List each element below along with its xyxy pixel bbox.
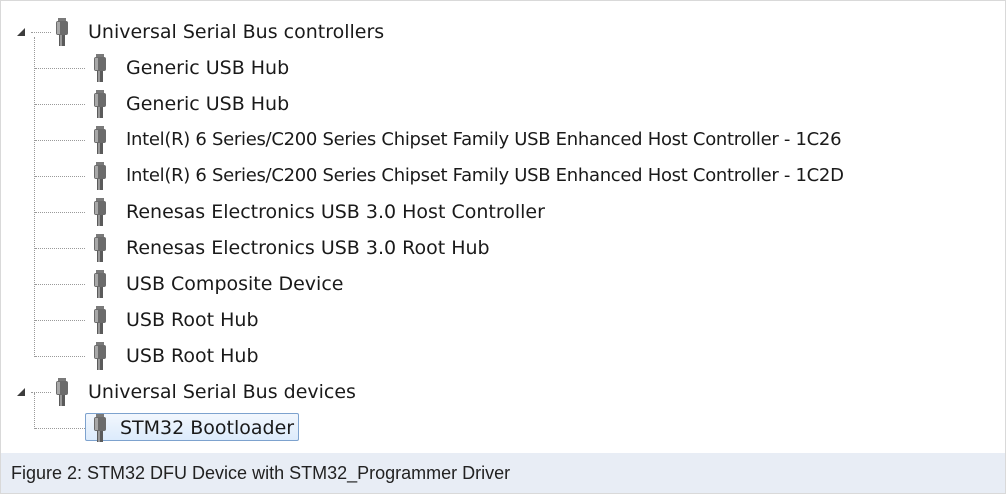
tree-item-label: STM32 Bootloader [85, 413, 300, 441]
figure-caption: Figure 2: STM32 DFU Device with STM32_Pr… [1, 453, 1005, 493]
tree-item-device[interactable]: Renesas Electronics USB 3.0 Host Control… [1, 193, 1001, 229]
tree-item-device[interactable]: Generic USB Hub [1, 85, 1001, 121]
tree-item-label: Intel(R) 6 Series/C200 Series Chipset Fa… [126, 129, 842, 150]
usb-plug-icon [94, 54, 106, 82]
usb-plug-icon [94, 198, 106, 226]
tree-item-device[interactable]: USB Root Hub [1, 301, 1001, 337]
tree-group-label: Universal Serial Bus controllers [88, 21, 385, 43]
usb-plug-icon [56, 378, 68, 406]
usb-plug-icon [94, 162, 106, 190]
tree-item-device[interactable]: Renesas Electronics USB 3.0 Root Hub [1, 229, 1001, 265]
tree-item-device[interactable]: Intel(R) 6 Series/C200 Series Chipset Fa… [1, 157, 1001, 193]
tree-item-label: Generic USB Hub [126, 93, 290, 115]
tree-item-device[interactable]: USB Root Hub [1, 337, 1001, 373]
tree-item-device[interactable]: Generic USB Hub [1, 49, 1001, 85]
tree-group-label: Universal Serial Bus devices [88, 381, 356, 403]
usb-plug-icon [94, 90, 106, 118]
tree-item-label: Generic USB Hub [126, 57, 290, 79]
tree-item-device[interactable]: USB Composite Device [1, 265, 1001, 301]
tree-item-device[interactable]: Intel(R) 6 Series/C200 Series Chipset Fa… [1, 121, 1001, 157]
tree-item-label: Renesas Electronics USB 3.0 Host Control… [126, 201, 545, 223]
tree-item-label: USB Composite Device [126, 273, 344, 295]
usb-plug-icon [94, 126, 106, 154]
expanded-triangle-icon[interactable] [15, 25, 29, 39]
expanded-triangle-icon[interactable] [15, 385, 29, 399]
usb-plug-icon [94, 414, 106, 442]
tree-item-label: Intel(R) 6 Series/C200 Series Chipset Fa… [126, 165, 844, 186]
tree-item-label: Renesas Electronics USB 3.0 Root Hub [126, 237, 490, 259]
usb-plug-icon [94, 306, 106, 334]
usb-plug-icon [94, 234, 106, 262]
tree-group-usb-devices[interactable]: Universal Serial Bus devices [1, 373, 1001, 409]
tree-item-label: USB Root Hub [126, 345, 259, 367]
tree-item-label: USB Root Hub [126, 309, 259, 331]
usb-plug-icon [56, 18, 68, 46]
usb-plug-icon [94, 342, 106, 370]
device-tree: Universal Serial Bus controllers Generic… [1, 1, 1005, 453]
tree-group-usb-controllers[interactable]: Universal Serial Bus controllers [1, 13, 1001, 49]
usb-plug-icon [94, 270, 106, 298]
tree-item-stm32-bootloader[interactable]: STM32 Bootloader [1, 409, 1001, 445]
device-manager-frame: Universal Serial Bus controllers Generic… [0, 0, 1006, 494]
